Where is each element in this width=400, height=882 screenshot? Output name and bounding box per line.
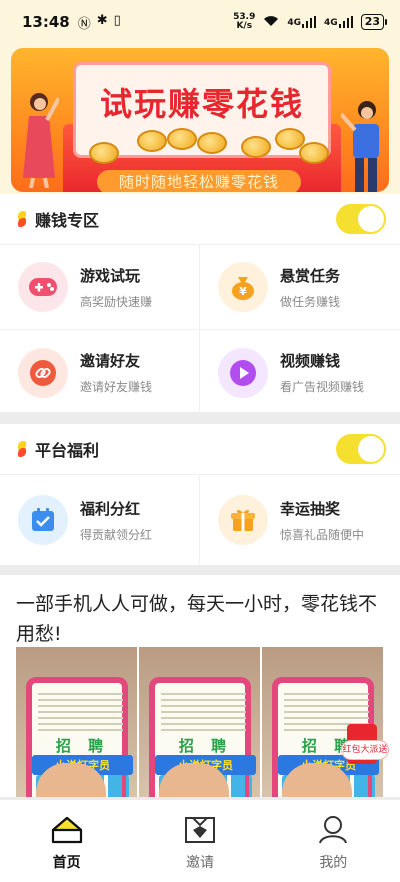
status-time: 13:48: [22, 13, 70, 31]
battery-icon: 23: [360, 14, 388, 30]
welfare-section-header: 平台福利: [0, 424, 400, 474]
calendar-check-icon: [18, 495, 68, 545]
tab-invite[interactable]: 邀请: [133, 800, 266, 882]
tab-invite-label: 邀请: [185, 855, 214, 871]
earn-section: 赚钱专区 游戏试玩 高奖励快速赚 ¥ 悬赏任务 做任务赚钱 邀请好友 邀请好友赚…: [0, 194, 400, 415]
net-speed: 53.9 K/s: [233, 12, 256, 31]
nfc-icon: Ⓝ: [77, 16, 91, 32]
welfare-item-dividend[interactable]: 福利分红 得贡献领分红: [0, 475, 200, 565]
coin-icon: [137, 130, 167, 152]
coin-icon: [299, 142, 329, 164]
tab-home-label: 首页: [52, 855, 81, 871]
coin-icon: [89, 142, 119, 164]
tab-home[interactable]: 首页: [0, 800, 133, 882]
status-bar: 13:48 Ⓝ ✱ ▯ 53.9 K/s 4G 4G 23: [0, 0, 400, 44]
tab-profile[interactable]: 我的: [267, 800, 400, 882]
welfare-section-title: 平台福利: [35, 441, 100, 460]
money-bag-icon: ¥: [218, 262, 268, 312]
red-envelope-float-button[interactable]: 红包大派送: [341, 724, 389, 768]
article-thumbnail[interactable]: 招 聘 小说打字员: [16, 647, 137, 797]
section-mark-icon: [18, 441, 26, 457]
play-icon: [218, 347, 268, 398]
profile-icon: [319, 816, 348, 844]
welfare-grid: 福利分红 得贡献领分红 幸运抽奖 惊喜礼品随便中: [0, 474, 400, 565]
girl-illustration: [23, 93, 59, 188]
coin-icon: [167, 128, 197, 150]
tab-profile-label: 我的: [319, 855, 348, 871]
section-mark-icon: [18, 211, 26, 227]
float-badge-label: 红包大派送: [341, 740, 389, 760]
vibrate-icon: ▯: [113, 12, 121, 28]
svg-text:¥: ¥: [239, 285, 247, 298]
article-card[interactable]: 一部手机人人可做，每天一小时，零花钱不用愁! 招 聘 小说打字员 招 聘 小说打…: [0, 575, 400, 797]
earn-section-title: 赚钱专区: [35, 211, 100, 230]
signal-icon-1: 4G: [287, 16, 317, 28]
earn-item-invite-friends[interactable]: 邀请好友 邀请好友赚钱: [0, 330, 200, 415]
article-headline[interactable]: 一部手机人人可做，每天一小时，零花钱不用愁!: [16, 589, 386, 649]
gamepad-icon: [18, 262, 68, 312]
earn-item-game-trial[interactable]: 游戏试玩 高奖励快速赚: [0, 245, 200, 330]
welfare-item-lottery[interactable]: 幸运抽奖 惊喜礼品随便中: [200, 475, 400, 565]
boy-illustration: [341, 101, 379, 192]
banner-subtitle: 随时随地轻松赚零花钱: [97, 170, 301, 192]
article-thumbnail[interactable]: 招 聘 小说打字员: [262, 647, 383, 797]
bluetooth-icon: ✱: [96, 12, 108, 28]
invite-icon: [184, 817, 215, 843]
coin-icon: [197, 132, 227, 154]
welfare-section-toggle[interactable]: [336, 434, 386, 464]
banner-title: 试玩赚零花钱: [99, 85, 304, 123]
home-icon: [51, 816, 82, 844]
article-thumbnail[interactable]: 招 聘 小说打字员: [139, 647, 260, 797]
earn-item-video[interactable]: 视频赚钱 看广告视频赚钱: [200, 330, 400, 415]
bottom-tab-bar: 首页 邀请 我的: [0, 800, 400, 882]
earn-section-toggle[interactable]: [336, 204, 386, 234]
coin-icon: [241, 136, 271, 158]
wifi-icon: [263, 15, 279, 30]
welfare-section: 平台福利 福利分红 得贡献领分红 幸运抽奖 惊喜礼品随便中: [0, 424, 400, 565]
gift-icon: [218, 495, 268, 545]
promo-banner[interactable]: 试玩赚零花钱 随时随地轻松赚零花钱: [11, 48, 389, 192]
link-icon: [18, 347, 68, 398]
earn-section-header: 赚钱专区: [0, 194, 400, 244]
signal-icon-2: 4G: [324, 16, 353, 28]
article-thumbnails: 招 聘 小说打字员 招 聘 小说打字员 招 聘 小说打字员: [16, 647, 383, 797]
earn-grid: 游戏试玩 高奖励快速赚 ¥ 悬赏任务 做任务赚钱 邀请好友 邀请好友赚钱 视频赚…: [0, 244, 400, 415]
earn-item-reward-task[interactable]: ¥ 悬赏任务 做任务赚钱: [200, 245, 400, 330]
